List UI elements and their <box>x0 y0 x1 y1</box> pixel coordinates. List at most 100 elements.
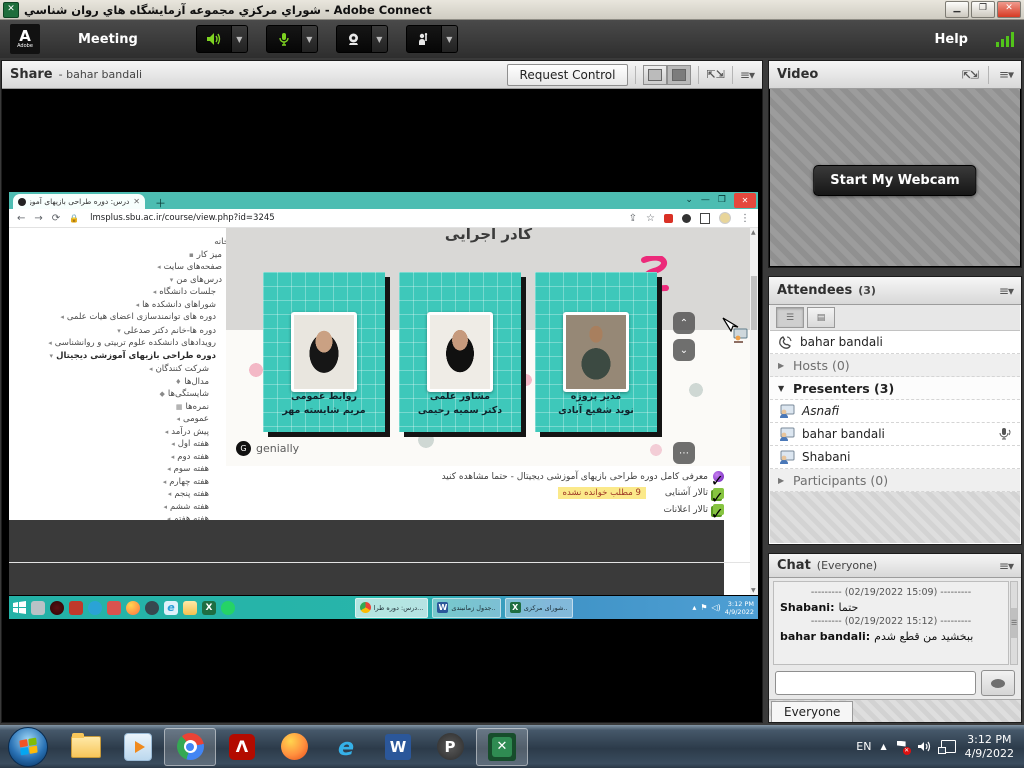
share-pod-menu-icon[interactable]: ≡▾ <box>740 68 754 82</box>
taskbar-psiphon[interactable]: P <box>424 728 476 766</box>
tree-toggle-icon[interactable]: ▾ <box>117 327 121 335</box>
tree-toggle-icon[interactable]: ◂ <box>171 453 175 461</box>
speaker-button[interactable]: ▼ <box>196 25 248 53</box>
shared-task-button[interactable]: ...درس: دوره طرا <box>355 598 429 618</box>
browser-minimize-button[interactable]: — <box>701 195 710 205</box>
presenter-row[interactable]: Asnafi <box>770 400 1020 423</box>
tree-toggle-icon[interactable]: ◂ <box>153 288 157 296</box>
tree-toggle-icon[interactable]: ♦ <box>175 378 181 386</box>
presenter-row[interactable]: Shabani <box>770 446 1020 469</box>
sidebar-nav-item[interactable]: هفته دوم◂ <box>17 451 229 464</box>
tab-close-icon[interactable]: ✕ <box>133 197 140 206</box>
activity-label[interactable]: معرفی کامل دوره طراحی بازیهای آموزشی دیج… <box>442 472 708 482</box>
volume-icon[interactable] <box>917 740 932 753</box>
shared-clock[interactable]: 3:12 PM4/9/2022 <box>725 600 754 616</box>
chat-send-button[interactable] <box>981 670 1015 696</box>
browser-restore-button[interactable]: ❐ <box>718 195 726 205</box>
sidebar-nav-item[interactable]: نمره‌ها▦ <box>17 401 229 414</box>
attendee-list-view-button[interactable]: ☰ <box>776 307 804 328</box>
share-layout-toggle-2[interactable] <box>667 65 691 85</box>
snip-icon[interactable] <box>31 601 45 615</box>
shared-task-button[interactable]: X ..شورای مرکزی <box>505 598 573 618</box>
url-text[interactable]: lmsplus.sbu.ac.ir/course/view.php?id=324… <box>90 213 620 223</box>
browser-menu-icon[interactable]: ⋮ <box>740 213 750 224</box>
sidebar-nav-item[interactable]: میز کار▪ <box>17 249 229 262</box>
tree-toggle-icon[interactable]: ▦ <box>176 403 183 411</box>
sidebar-nav-item[interactable]: دوره ها-خانم دکتر صدعلی▾ <box>17 325 229 338</box>
request-control-button[interactable]: Request Control <box>507 64 629 86</box>
taskbar-ie[interactable]: e <box>320 728 372 766</box>
scroll-up-icon[interactable]: ▲ <box>751 229 756 236</box>
tree-toggle-icon[interactable]: ◂ <box>176 415 180 423</box>
chat-tab-everyone[interactable]: Everyone <box>771 701 853 722</box>
ie-icon[interactable]: e <box>164 601 178 615</box>
status-button[interactable]: ▼ <box>406 25 458 53</box>
remote-app-icon[interactable] <box>69 601 83 615</box>
course-activity[interactable]: ✓ تالار آشنایی 9 مطلب خوانده نشده <box>9 487 724 499</box>
sidebar-nav-item[interactable]: پیش درآمد◂ <box>17 426 229 439</box>
sidebar-nav-item[interactable]: درس‌های من▾ <box>17 274 229 287</box>
forward-icon[interactable]: → <box>34 213 42 224</box>
video-pod-menu-icon[interactable]: ≡▾ <box>999 67 1013 81</box>
scroll-down-icon[interactable]: ▼ <box>751 587 756 594</box>
back-icon[interactable]: ← <box>17 213 25 224</box>
start-button[interactable] <box>8 727 48 767</box>
sidebar-nav-item[interactable]: مدال‌ها♦ <box>17 376 229 389</box>
attendee-card-view-button[interactable]: ▤ <box>807 307 835 328</box>
tree-toggle-icon[interactable]: ▾ <box>170 276 174 284</box>
speaker-dropdown[interactable]: ▼ <box>232 25 248 53</box>
tree-toggle-icon[interactable]: ◆ <box>160 390 165 398</box>
chat-scrollbar[interactable]: ☰ <box>1010 581 1018 665</box>
reload-icon[interactable]: ⟳ <box>52 213 60 224</box>
bookmark-star-icon[interactable]: ☆ <box>646 213 655 224</box>
extension-icon-red[interactable] <box>664 214 673 223</box>
sidebar-nav-item[interactable]: جلسات دانشگاه◂ <box>17 286 229 299</box>
taskbar-adobe-connect[interactable]: ✕ <box>476 728 528 766</box>
shared-start-icon[interactable] <box>13 601 26 614</box>
sidebar-nav-item[interactable]: هفته اول◂ <box>17 438 229 451</box>
sidebar-nav-item[interactable]: رویدادهای دانشکده علوم تربیتی و روانشناس… <box>48 338 229 350</box>
participants-group-row[interactable]: ▶Participants (0) <box>770 469 1020 492</box>
tree-toggle-icon[interactable]: ◂ <box>48 339 52 347</box>
firefox-icon[interactable] <box>126 601 140 615</box>
staff-card[interactable]: روابط عمومیمریم شایسته مهر <box>263 272 385 432</box>
hosts-group-row[interactable]: ▶Hosts (0) <box>770 354 1020 377</box>
tree-toggle-icon[interactable]: ◂ <box>60 313 64 321</box>
course-activity[interactable]: ✓ معرفی کامل دوره طراحی بازیهای آموزشی د… <box>9 471 724 482</box>
tray-expand-icon[interactable]: ▲ <box>880 742 886 751</box>
restore-button[interactable]: ❐ <box>971 1 995 18</box>
tray-speaker-icon[interactable]: ◁) <box>712 603 721 612</box>
activity-label[interactable]: تالار اعلانات <box>663 505 708 515</box>
help-menu[interactable]: Help <box>935 32 968 47</box>
taskbar-acrobat[interactable]: Λ <box>216 728 268 766</box>
start-webcam-button[interactable]: Start My Webcam <box>813 165 976 196</box>
profile-avatar[interactable] <box>719 212 731 224</box>
slide-more-button[interactable]: ⋯ <box>673 442 695 464</box>
taskbar-chrome[interactable] <box>164 728 216 766</box>
slide-next-button[interactable]: ⌄ <box>673 339 695 361</box>
obs-icon[interactable] <box>50 601 64 615</box>
share-page-icon[interactable]: ⇪ <box>629 213 637 224</box>
telegram-icon[interactable] <box>88 601 102 615</box>
chat-pod-menu-icon[interactable]: ≡▾ <box>999 559 1013 573</box>
sidebar-nav-item[interactable]: شرکت کنندگان◂ <box>17 363 229 376</box>
browser-profile-chevron[interactable]: ⌄ <box>685 195 693 205</box>
tree-toggle-icon[interactable]: ▪ <box>189 251 194 259</box>
webcam-dropdown[interactable]: ▼ <box>372 25 388 53</box>
scrollbar-thumb[interactable] <box>751 276 757 330</box>
sidebar-nav-item[interactable]: خانه <box>17 236 229 249</box>
connection-signal-icon[interactable] <box>996 31 1014 47</box>
activity-label[interactable]: تالار آشنایی <box>665 488 708 498</box>
p-app-icon[interactable] <box>107 601 121 615</box>
minimize-button[interactable]: ▁ <box>945 1 969 18</box>
taskbar-word[interactable]: W <box>372 728 424 766</box>
sidebar-nav-item[interactable]: عمومی◂ <box>17 413 229 426</box>
tree-toggle-icon[interactable]: ◂ <box>149 365 153 373</box>
sidebar-nav-item[interactable]: شوراهای دانشکده ها◂ <box>17 299 229 312</box>
share-layout-toggle-1[interactable] <box>643 65 667 85</box>
tray-flag-icon[interactable]: ⚑ <box>700 603 707 612</box>
explorer-icon[interactable] <box>183 601 197 615</box>
tree-toggle-icon[interactable]: ◂ <box>165 428 169 436</box>
tree-toggle-icon[interactable]: ◂ <box>157 263 161 271</box>
chat-input[interactable] <box>775 671 976 695</box>
